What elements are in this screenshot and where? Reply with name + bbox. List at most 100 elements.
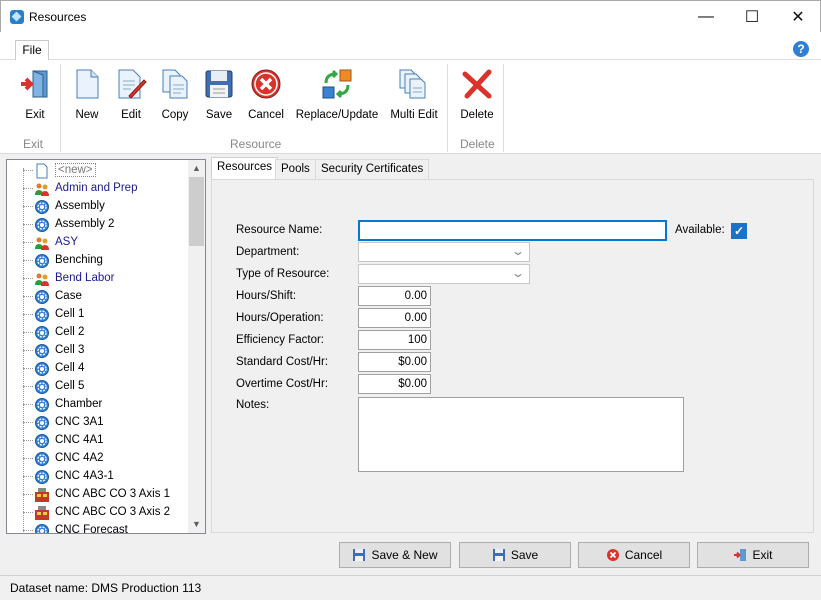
ribbon-edit-button[interactable]: Edit	[112, 64, 150, 124]
exit-button[interactable]: Exit	[697, 542, 809, 568]
tree-item-label: CNC ABC CO 3 Axis 1	[55, 488, 171, 500]
ribbon-exit-label: Exit	[25, 109, 45, 121]
file-tab[interactable]: File	[15, 40, 49, 61]
new-page-icon	[76, 69, 99, 99]
tree-item[interactable]: Cell 1	[7, 306, 187, 324]
tree-item[interactable]: CNC 4A2	[7, 450, 187, 468]
app-icon	[10, 10, 24, 24]
tree-item[interactable]: Benching	[7, 252, 187, 270]
tree-connector	[23, 494, 33, 495]
department-select[interactable]: ⌄	[358, 242, 530, 262]
tab-resources[interactable]: Resources	[211, 157, 278, 180]
dataset-name: Dataset name: DMS Production 113	[10, 581, 202, 595]
resource-name-input[interactable]	[358, 220, 667, 241]
gear-icon	[34, 253, 50, 269]
group-label-exit: Exit	[23, 137, 44, 151]
tree-item[interactable]: Admin and Prep	[7, 180, 187, 198]
tab-pools[interactable]: Pools	[275, 159, 316, 179]
gear-icon	[34, 343, 50, 359]
ribbon-delete-button[interactable]: Delete	[455, 64, 499, 124]
tree-connector	[23, 458, 33, 459]
available-label: Available:	[675, 224, 725, 236]
people-icon	[34, 271, 50, 287]
ribbon-tab-bar: File ?	[0, 32, 821, 61]
tree-item[interactable]: CNC ABC CO 3 Axis 1	[7, 486, 187, 504]
machine-icon	[34, 487, 50, 503]
ribbon-replace-update-button[interactable]: Replace/Update	[294, 64, 380, 124]
tree-item[interactable]: Chamber	[7, 396, 187, 414]
cancel-button[interactable]: Cancel	[578, 542, 690, 568]
tree-item[interactable]: Cell 4	[7, 360, 187, 378]
help-icon[interactable]: ?	[793, 41, 809, 57]
tree-item[interactable]: Case	[7, 288, 187, 306]
hours-operation-input[interactable]: 0.00	[358, 308, 431, 328]
tree-item[interactable]: CNC 3A1	[7, 414, 187, 432]
tree-item[interactable]: Cell 2	[7, 324, 187, 342]
overtime-cost-label: Overtime Cost/Hr:	[236, 378, 329, 390]
gear-icon	[34, 379, 50, 395]
save-button[interactable]: Save	[459, 542, 571, 568]
tree-scrollbar[interactable]: ▲ ▼	[188, 160, 205, 533]
tree-item[interactable]: ASY	[7, 234, 187, 252]
tree-item[interactable]: CNC ABC CO 3 Axis 2	[7, 504, 187, 522]
ribbon-delete-label: Delete	[460, 109, 494, 121]
ribbon-copy-button[interactable]: Copy	[156, 64, 194, 124]
tree-connector	[23, 386, 33, 387]
multi-edit-icon	[399, 69, 426, 99]
save-new-button[interactable]: Save & New	[339, 542, 451, 568]
tree-item[interactable]: Bend Labor	[7, 270, 187, 288]
efficiency-factor-input[interactable]: 100	[358, 330, 431, 350]
standard-cost-label: Standard Cost/Hr:	[236, 356, 329, 368]
ribbon-multi-edit-button[interactable]: Multi Edit	[386, 64, 442, 124]
gear-icon	[34, 451, 50, 467]
tree-item-label: <new>	[55, 163, 96, 177]
tree-item[interactable]: Assembly	[7, 198, 187, 216]
notes-textarea[interactable]	[358, 397, 684, 472]
tree-item-label: Assembly 2	[55, 218, 115, 230]
hours-shift-input[interactable]: 0.00	[358, 286, 431, 306]
title-bar: Resources — ☐ ✕	[0, 0, 821, 32]
type-of-resource-select[interactable]: ⌄	[358, 264, 530, 284]
save-label: Save	[510, 548, 539, 562]
maximize-button[interactable]: ☐	[729, 1, 775, 32]
minimize-button[interactable]: —	[683, 1, 729, 32]
resource-tree[interactable]: <new> Admin and Prep Assembly Assembly 2 ASY…	[6, 159, 206, 534]
tree-item[interactable]: Cell 3	[7, 342, 187, 360]
available-checkbox[interactable]: ✓	[731, 223, 747, 239]
people-icon	[34, 181, 50, 197]
ribbon-cancel-button[interactable]: Cancel	[245, 64, 287, 124]
scroll-down-arrow[interactable]: ▼	[188, 516, 205, 533]
type-of-resource-label: Type of Resource:	[236, 268, 330, 280]
ribbon-new-label: New	[75, 109, 99, 121]
tab-security-certificates[interactable]: Security Certificates	[315, 159, 430, 179]
tree-item[interactable]: <new>	[7, 162, 187, 180]
ribbon-exit-button[interactable]: Exit	[14, 64, 56, 124]
tree-connector	[23, 476, 33, 477]
tree-connector	[23, 530, 33, 531]
tree-item[interactable]: Assembly 2	[7, 216, 187, 234]
tree-item[interactable]: CNC 4A3-1	[7, 468, 187, 486]
hours-operation-label: Hours/Operation:	[236, 312, 324, 324]
floppy-disk-icon	[205, 70, 233, 98]
tree-item[interactable]: Cell 5	[7, 378, 187, 396]
tree-connector	[23, 422, 33, 423]
overtime-cost-input[interactable]: $0.00	[358, 374, 431, 394]
ribbon-replace-update-label: Replace/Update	[295, 109, 379, 121]
standard-cost-input[interactable]: $0.00	[358, 352, 431, 372]
tree-item-label: Cell 2	[55, 326, 85, 338]
scroll-up-arrow[interactable]: ▲	[188, 160, 205, 177]
ribbon-save-button[interactable]: Save	[200, 64, 238, 124]
ribbon-new-button[interactable]: New	[68, 64, 106, 124]
notes-label: Notes:	[236, 399, 270, 411]
group-separator	[503, 64, 504, 152]
tree-connector	[23, 332, 33, 333]
scroll-thumb[interactable]	[189, 177, 204, 246]
tree-item-label: Cell 5	[55, 380, 85, 392]
gear-icon	[34, 523, 50, 533]
tree-item[interactable]: CNC 4A1	[7, 432, 187, 450]
close-button[interactable]: ✕	[775, 1, 821, 32]
tree-item[interactable]: CNC Forecast	[7, 522, 187, 533]
tree-item-label: Case	[55, 290, 82, 302]
tree-connector	[23, 296, 33, 297]
tree-connector	[23, 260, 33, 261]
